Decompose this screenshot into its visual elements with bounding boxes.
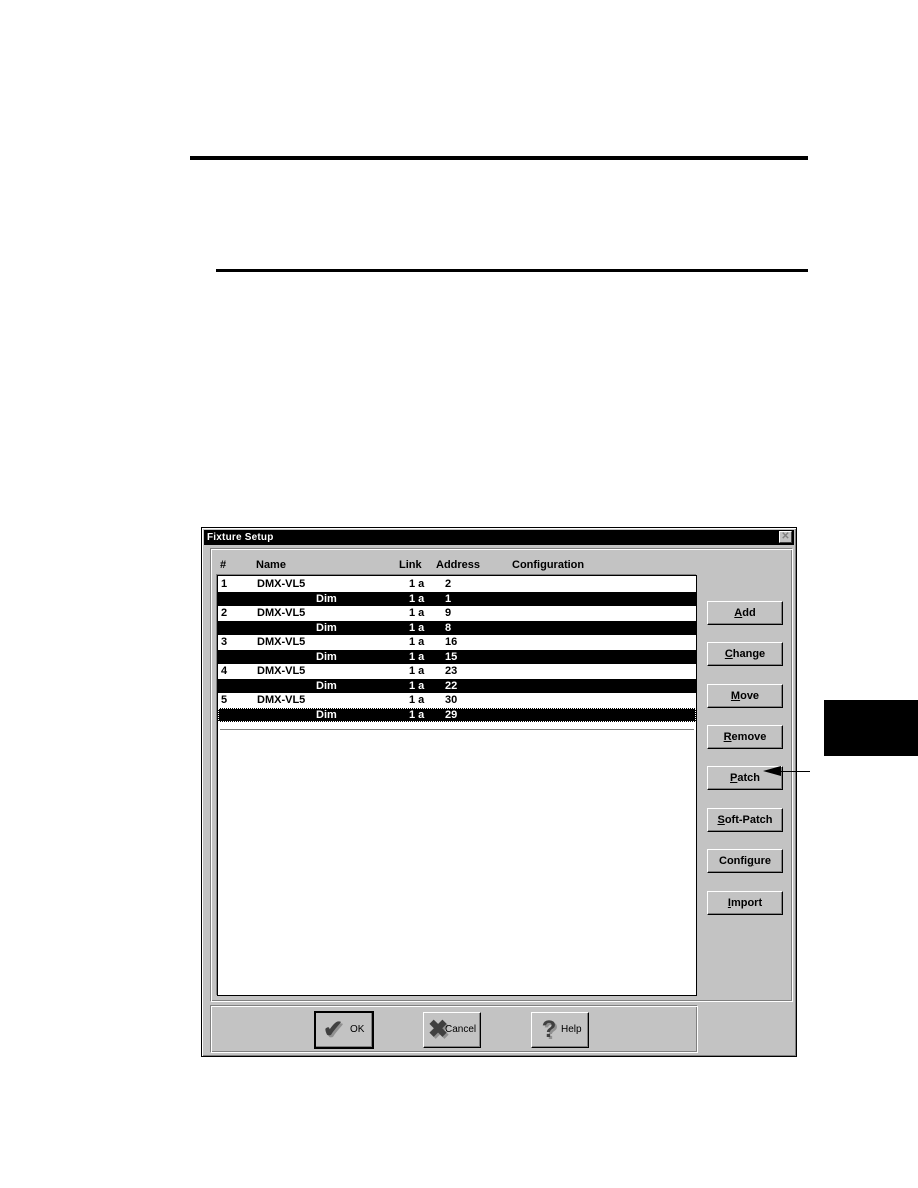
row-address: 23: [445, 665, 458, 677]
button-label-suffix: mport: [730, 897, 763, 909]
row-link: 1 a: [409, 665, 425, 677]
column-header-number: #: [220, 559, 227, 571]
button-mnemonic: C: [724, 648, 733, 660]
ok-button[interactable]: ✔ OK: [314, 1011, 374, 1049]
button-label-suffix: ove: [740, 690, 760, 702]
row-address: 1: [445, 592, 452, 605]
row-name: DMX-VL5: [257, 607, 306, 619]
help-label: Help: [561, 1024, 582, 1035]
row-number: 4: [221, 665, 228, 677]
top-rule: [190, 156, 808, 160]
button-label-prefix: Confi: [719, 855, 748, 867]
import-button[interactable]: Import: [707, 891, 783, 915]
soft-patch-button[interactable]: Soft-Patch: [707, 808, 783, 832]
row-address: 2: [445, 578, 452, 590]
row-channel: Dim: [316, 650, 337, 663]
row-link: 1 a: [409, 708, 425, 721]
row-link: 1 a: [409, 578, 425, 590]
column-header-address: Address: [436, 559, 481, 571]
close-icon[interactable]: ✕: [779, 531, 792, 543]
row-channel: Dim: [316, 621, 337, 634]
add-button[interactable]: Add: [707, 601, 783, 625]
channel-row[interactable]: Dim 1 a 15: [218, 649, 696, 664]
row-name: DMX-VL5: [257, 665, 306, 677]
row-number: 3: [221, 636, 228, 648]
channel-row[interactable]: Dim 1 a 8: [218, 620, 696, 635]
callout-arrow-icon: [763, 766, 781, 776]
cancel-label: Cancel: [445, 1024, 477, 1035]
row-address: 8: [445, 621, 452, 634]
row-link: 1 a: [409, 621, 425, 634]
row-link: 1 a: [409, 650, 425, 663]
ok-label: OK: [350, 1024, 365, 1035]
checkmark-icon: ✔: [322, 1016, 344, 1043]
help-button[interactable]: ? Help: [531, 1012, 589, 1048]
row-address: 16: [445, 636, 458, 648]
row-link: 1 a: [409, 694, 425, 706]
button-label-suffix: oft-Patch: [724, 814, 773, 826]
row-name: DMX-VL5: [257, 578, 306, 590]
fixture-list[interactable]: 1 DMX-VL5 1 a 2 Dim 1 a 1 2 DMX-VL5 1 a 9 Dim 1 a83D…: [217, 575, 697, 996]
button-label-suffix: dd: [742, 607, 756, 619]
channel-row[interactable]: Dim 1 a 29: [218, 707, 696, 722]
row-address: 29: [445, 708, 458, 721]
button-label-suffix: ure: [753, 855, 771, 867]
section-rule: [216, 269, 808, 272]
row-channel: Dim: [316, 708, 337, 721]
row-address: 22: [445, 679, 458, 692]
channel-row[interactable]: Dim 1 a 1: [218, 591, 696, 606]
move-button[interactable]: Move: [707, 684, 783, 708]
list-separator: [220, 729, 694, 730]
button-mnemonic: R: [723, 731, 732, 743]
button-label-suffix: hange: [732, 648, 766, 660]
row-channel: Dim: [316, 592, 337, 605]
question-icon: ?: [541, 1016, 557, 1043]
channel-row[interactable]: Dim 1 a 22: [218, 678, 696, 693]
column-header-name: Name: [256, 559, 286, 571]
button-mnemonic: S: [717, 814, 725, 826]
row-link: 1 a: [409, 679, 425, 692]
row-name: DMX-VL5: [257, 694, 306, 706]
row-number: 1: [221, 578, 228, 590]
row-link: 1 a: [409, 636, 425, 648]
row-name: DMX-VL5: [257, 636, 306, 648]
remove-button[interactable]: Remove: [707, 725, 783, 749]
button-label-suffix: emove: [731, 731, 767, 743]
row-channel: Dim: [316, 679, 337, 692]
chapter-tab: [824, 700, 918, 756]
cancel-button[interactable]: ✖ Cancel: [423, 1012, 481, 1048]
fixture-row[interactable]: 2 DMX-VL5 1 a 9: [218, 606, 696, 621]
dialog-title: Fixture Setup: [207, 532, 274, 543]
row-link: 1 a: [409, 592, 425, 605]
column-header-link: Link: [399, 559, 422, 571]
configure-button[interactable]: Configure: [707, 849, 783, 873]
button-mnemonic: M: [730, 690, 741, 702]
change-button[interactable]: Change: [707, 642, 783, 666]
fixture-row[interactable]: 5 DMX-VL5 1 a 30: [218, 693, 696, 708]
row-address: 30: [445, 694, 458, 706]
row-address: 15: [445, 650, 458, 663]
row-link: 1 a: [409, 607, 425, 619]
fixture-row[interactable]: 4 DMX-VL5 1 a 23: [218, 664, 696, 679]
row-number: 2: [221, 607, 228, 619]
column-header-configuration: Configuration: [512, 559, 585, 571]
fixture-setup-dialog: Fixture Setup ✕ # Name Link Address Conf…: [201, 527, 797, 1057]
row-address: 9: [445, 607, 452, 619]
callout-arrow-line: [780, 771, 810, 772]
button-label-suffix: atch: [737, 772, 760, 784]
fixture-row[interactable]: 1 DMX-VL5 1 a 2: [218, 577, 696, 592]
fixture-row[interactable]: 3 DMX-VL5 1 a 16: [218, 635, 696, 650]
row-number: 5: [221, 694, 228, 706]
title-bar: Fixture Setup ✕: [204, 530, 794, 545]
button-mnemonic: g: [747, 855, 754, 867]
